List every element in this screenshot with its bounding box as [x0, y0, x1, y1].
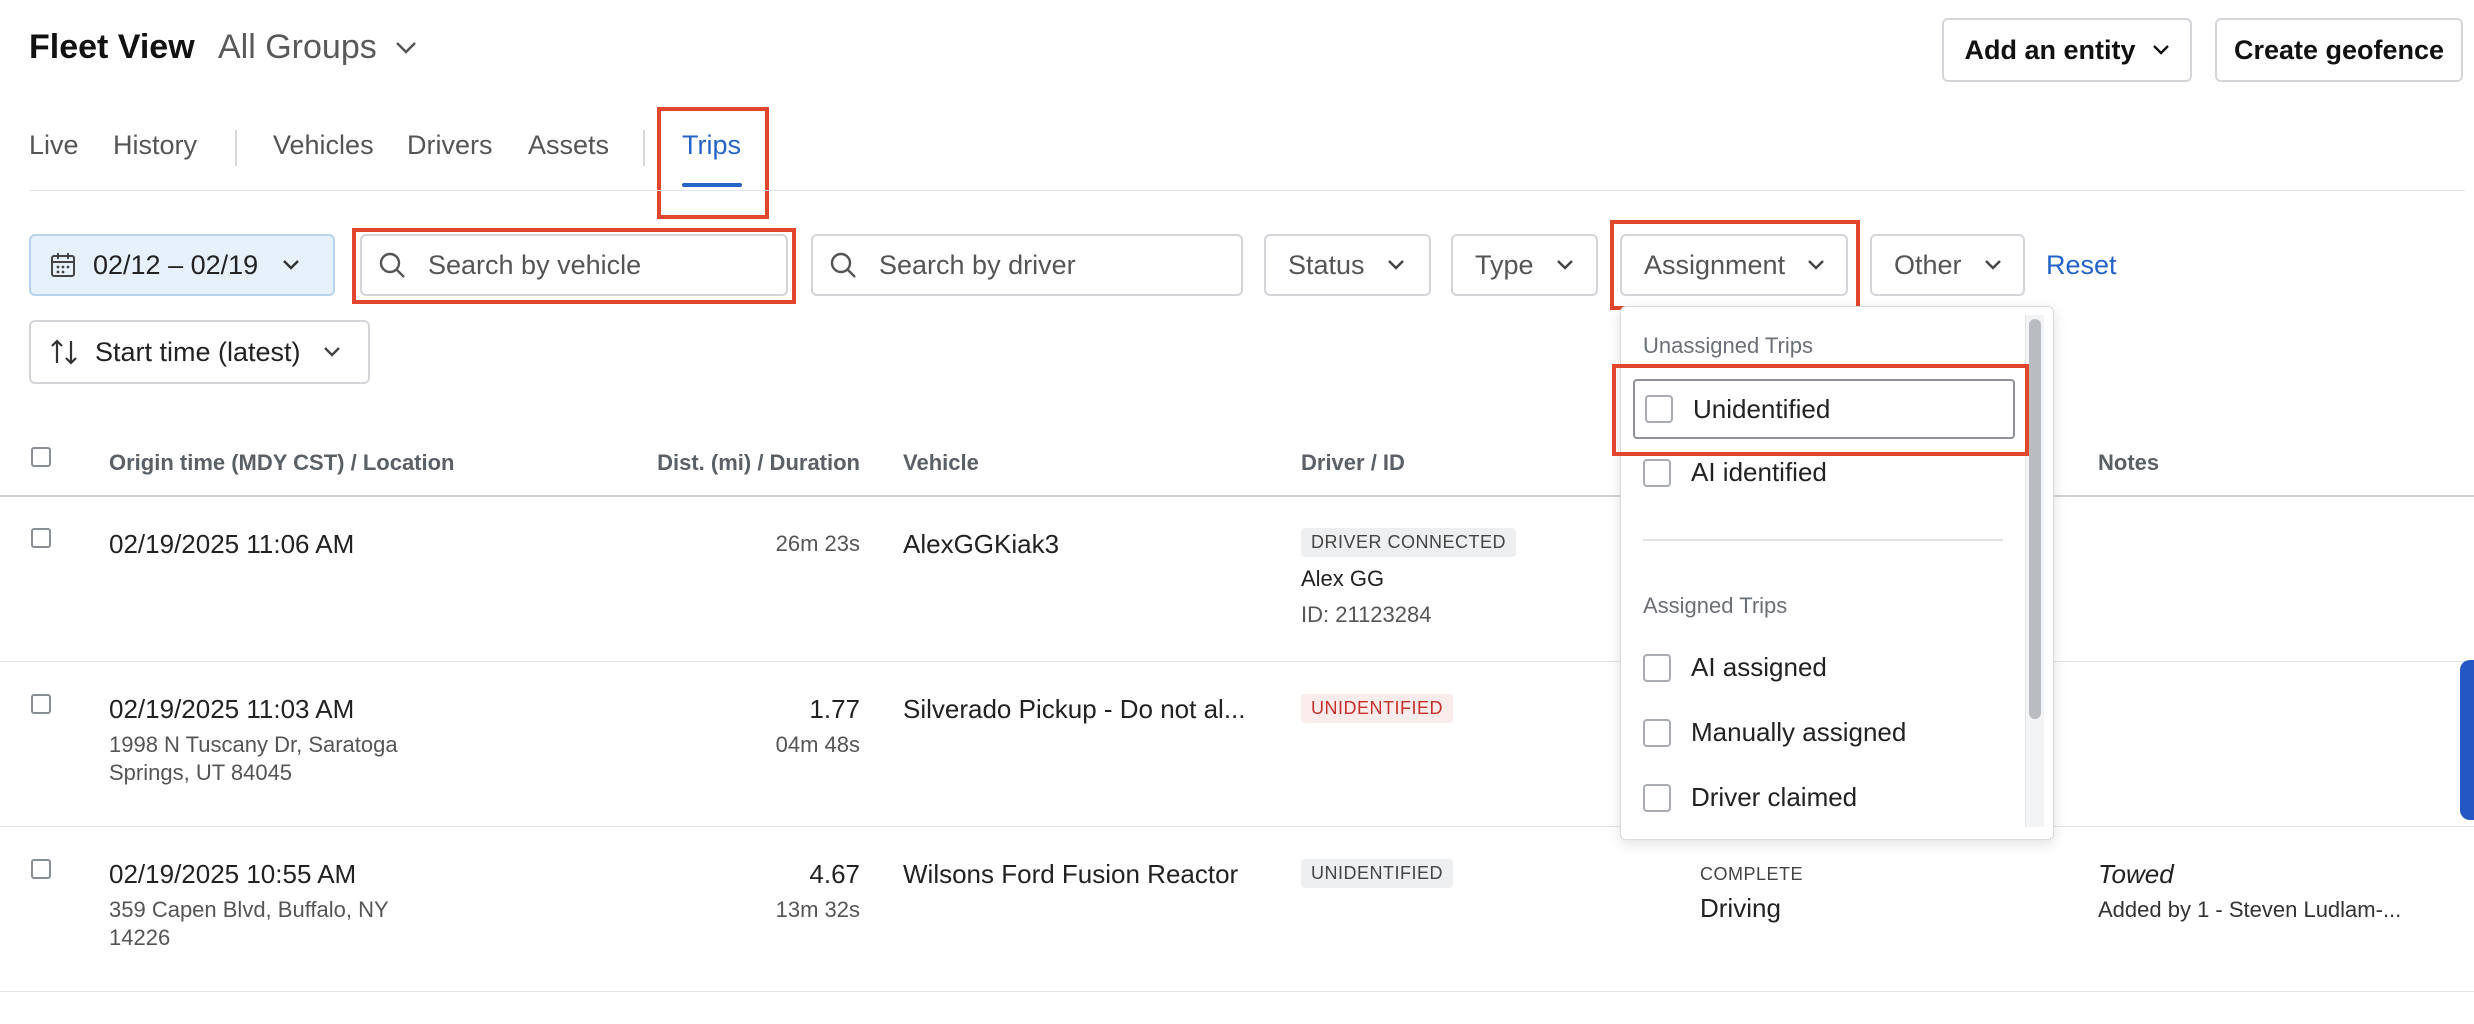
- sort-selector[interactable]: Start time (latest): [29, 320, 370, 384]
- option-manually-assigned-label: Manually assigned: [1691, 717, 1907, 747]
- assigned-trips-header: Assigned Trips: [1643, 593, 1788, 618]
- row-divider: [0, 991, 2474, 992]
- table-row[interactable]: 02/19/2025 11:03 AM 1998 N Tuscany Dr, S…: [0, 662, 2474, 826]
- origin-time: 02/19/2025 10:55 AM: [109, 859, 357, 889]
- driver-status-badge: UNIDENTIFIED: [1301, 859, 1453, 888]
- row-checkbox[interactable]: [31, 694, 51, 714]
- trip-duration: 26m 23s: [775, 531, 860, 556]
- option-ai-identified[interactable]: AI identified: [1643, 457, 1827, 488]
- tab-history[interactable]: History: [113, 130, 197, 161]
- chevron-down-icon: [323, 346, 341, 358]
- option-driver-claimed-label: Driver claimed: [1691, 782, 1858, 812]
- group-selector[interactable]: All Groups: [218, 28, 417, 67]
- column-header-vehicle[interactable]: Vehicle: [903, 450, 979, 476]
- chevron-down-icon: [282, 259, 300, 271]
- driver-name[interactable]: Alex GG: [1301, 564, 1384, 593]
- origin-location-line1: 1998 N Tuscany Dr, Saratoga: [109, 732, 398, 757]
- trip-duration: 04m 48s: [775, 732, 860, 757]
- origin-time: 02/19/2025 11:06 AM: [109, 529, 355, 559]
- tab-divider: [235, 130, 237, 166]
- driver-id: ID: 21123284: [1301, 602, 1432, 627]
- tab-live[interactable]: Live: [29, 130, 79, 161]
- other-filter[interactable]: Other: [1870, 234, 2025, 296]
- trip-distance: 1.77: [809, 694, 860, 724]
- origin-location-line1: 359 Capen Blvd, Buffalo, NY: [109, 897, 389, 922]
- column-header-origin[interactable]: Origin time (MDY CST) / Location: [109, 450, 455, 476]
- reset-link[interactable]: Reset: [2046, 250, 2117, 281]
- option-ai-assigned[interactable]: AI assigned: [1643, 652, 1827, 683]
- tab-divider: [643, 130, 645, 166]
- option-manually-assigned[interactable]: Manually assigned: [1643, 717, 1906, 748]
- manually-assigned-checkbox[interactable]: [1643, 718, 1671, 747]
- note-author: Added by 1 - Steven Ludlam-...: [2098, 897, 2402, 922]
- sort-label: Start time (latest): [95, 336, 301, 367]
- search-driver-input[interactable]: Search by driver: [811, 234, 1243, 296]
- search-icon: [829, 251, 857, 279]
- ai-assigned-checkbox[interactable]: [1643, 653, 1671, 682]
- column-header-driver[interactable]: Driver / ID: [1301, 450, 1405, 476]
- other-filter-label: Other: [1894, 249, 1962, 280]
- type-filter-label: Type: [1475, 249, 1534, 280]
- option-ai-assigned-label: AI assigned: [1691, 652, 1827, 682]
- origin-location-line2: 14226: [109, 925, 171, 950]
- page-title: Fleet View: [29, 28, 195, 66]
- tabs-divider: [29, 190, 2465, 191]
- type-filter[interactable]: Type: [1451, 234, 1598, 296]
- driver-status-badge: UNIDENTIFIED: [1301, 694, 1453, 723]
- note-title[interactable]: Towed: [2098, 859, 2174, 890]
- group-selector-label: All Groups: [218, 28, 377, 66]
- option-driver-claimed[interactable]: Driver claimed: [1643, 782, 1857, 813]
- scrollbar-thumb[interactable]: [2029, 319, 2041, 719]
- chevron-down-icon: [2152, 44, 2170, 56]
- trip-status-label: COMPLETE: [1700, 864, 1804, 884]
- highlight-box: [657, 107, 769, 219]
- tab-drivers[interactable]: Drivers: [407, 130, 493, 161]
- origin-time: 02/19/2025 11:03 AM: [109, 694, 355, 724]
- unassigned-trips-header: Unassigned Trips: [1643, 333, 1813, 358]
- driver-claimed-checkbox[interactable]: [1643, 783, 1671, 812]
- option-ai-identified-label: AI identified: [1691, 457, 1827, 487]
- ai-identified-checkbox[interactable]: [1643, 458, 1671, 487]
- chevron-down-icon: [1984, 259, 2002, 271]
- status-filter-label: Status: [1288, 249, 1365, 280]
- origin-location-line2: Springs, UT 84045: [109, 760, 293, 785]
- table-row[interactable]: 02/19/2025 10:55 AM 359 Capen Blvd, Buff…: [0, 827, 2474, 991]
- vehicle-name[interactable]: AlexGGKiak3: [903, 529, 1059, 560]
- driver-status-badge: DRIVER CONNECTED: [1301, 528, 1517, 557]
- row-checkbox[interactable]: [31, 528, 51, 548]
- tab-vehicles[interactable]: Vehicles: [273, 130, 374, 161]
- search-driver-placeholder: Search by driver: [879, 249, 1076, 280]
- date-range-picker[interactable]: 02/12 – 02/19: [29, 234, 335, 296]
- sort-icon: [49, 338, 79, 366]
- chevron-down-icon: [1387, 259, 1405, 271]
- trip-duration: 13m 32s: [775, 897, 860, 922]
- highlight-box: [1612, 364, 2029, 456]
- add-entity-label: Add an entity: [1964, 34, 2136, 65]
- create-geofence-button[interactable]: Create geofence: [2215, 18, 2463, 82]
- column-header-notes[interactable]: Notes: [2098, 450, 2159, 476]
- table-row[interactable]: 02/19/2025 11:06 AM 26m 23s AlexGGKiak3 …: [0, 497, 2474, 661]
- vehicle-name[interactable]: Silverado Pickup - Do not al...: [903, 694, 1246, 725]
- select-all-checkbox[interactable]: [31, 447, 51, 467]
- add-entity-button[interactable]: Add an entity: [1942, 18, 2192, 82]
- highlight-box: [1610, 220, 1860, 310]
- date-range-label: 02/12 – 02/19: [93, 249, 259, 280]
- side-feedback-tab[interactable]: [2460, 660, 2474, 820]
- vehicle-name[interactable]: Wilsons Ford Fusion Reactor: [903, 859, 1238, 890]
- trip-distance: 4.67: [809, 859, 860, 889]
- row-checkbox[interactable]: [31, 859, 51, 879]
- menu-divider: [1643, 539, 2003, 541]
- highlight-box: [352, 228, 796, 304]
- chevron-down-icon: [1556, 259, 1574, 271]
- column-header-distance[interactable]: Dist. (mi) / Duration: [560, 450, 860, 476]
- trip-status-value: Driving: [1700, 893, 1781, 923]
- tab-assets[interactable]: Assets: [528, 130, 609, 161]
- chevron-down-icon: [395, 41, 417, 55]
- status-filter[interactable]: Status: [1264, 234, 1431, 296]
- calendar-icon: [49, 251, 77, 279]
